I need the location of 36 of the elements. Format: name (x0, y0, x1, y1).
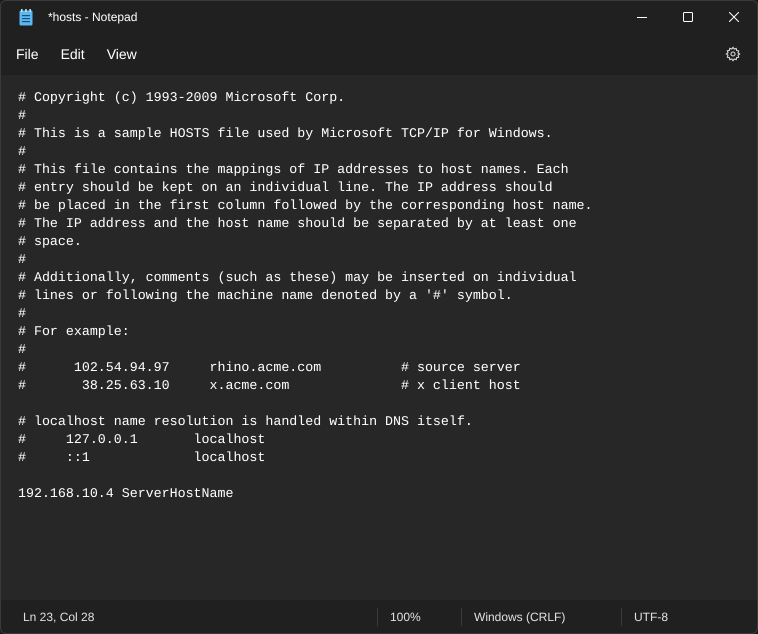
text-line: # 38.25.63.10 x.acme.com # x client host (18, 377, 521, 395)
menu-item[interactable]: File (5, 38, 50, 70)
text-line: # This is a sample HOSTS file used by Microsoft TCP/IP for Windows. (18, 125, 553, 143)
close-icon (729, 12, 739, 22)
menu-item[interactable]: View (96, 38, 148, 70)
text-line: # For example: (18, 323, 130, 341)
status-text: UTF-8 (634, 608, 668, 626)
settings-icon (725, 46, 741, 62)
text-line: # (18, 251, 26, 269)
minimize-icon (637, 16, 647, 18)
status-text: Ln 23, Col 28 (23, 608, 94, 626)
text-line: # localhost name resolution is handled within DNS itself. (18, 413, 473, 431)
text-line: # (18, 305, 26, 323)
text-line: 192.168.10.4 ServerHostName (18, 485, 234, 503)
text-line: # Additionally, comments (such as these) may be inserted on individual (18, 269, 577, 287)
text-line: # 127.0.0.1 localhost (18, 431, 266, 449)
text-line: # This file contains the mappings of IP addresses to host names. Each (18, 161, 569, 179)
text-line: # ::1 localhost (18, 449, 266, 467)
text-line: # entry should be kept on an individual line. The IP address should (18, 179, 553, 197)
text-line: # (18, 107, 26, 125)
status-text: 100% (390, 608, 421, 626)
text-line: # space. (18, 233, 82, 251)
text-line: # lines or following the machine name denoted by a '#' symbol. (18, 287, 513, 305)
text-line: # The IP address and the host name should be separated by at least one (18, 215, 577, 233)
text-editor[interactable] (1, 75, 757, 600)
text-line: # be placed in the first column followed by the corresponding host name. (18, 197, 593, 215)
text-line: # (18, 341, 26, 359)
text-line: # Copyright (c) 1993-2009 Microsoft Corp. (18, 89, 346, 107)
status-text: Windows (CRLF) (474, 608, 566, 626)
menu-item[interactable]: Edit (50, 38, 96, 70)
settings-button[interactable] (723, 44, 743, 64)
text-line: # (18, 143, 26, 161)
maximize-icon (683, 12, 693, 22)
notepad-icon (19, 8, 33, 26)
text-line: # 102.54.94.97 rhino.acme.com # source server (18, 359, 521, 377)
window-title: *hosts - Notepad (48, 9, 138, 26)
